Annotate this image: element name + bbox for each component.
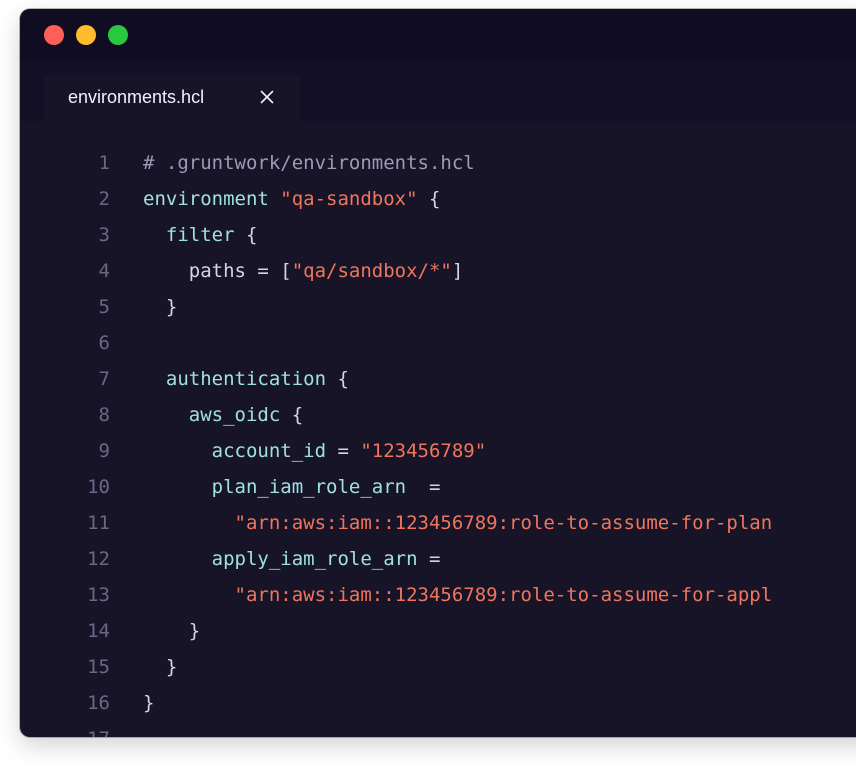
code-line: 3 filter { <box>20 217 856 253</box>
line-number: 5 <box>98 296 110 318</box>
code-token: apply_iam_role_arn <box>211 548 418 570</box>
line-number: 11 <box>87 512 110 534</box>
line-number: 4 <box>98 260 110 282</box>
line-number: 14 <box>87 620 110 642</box>
line-number: 16 <box>87 692 110 714</box>
code-token: paths = [ <box>143 260 292 282</box>
code-token: authentication <box>165 368 327 390</box>
close-window-button[interactable] <box>44 25 64 45</box>
line-code: } <box>143 289 177 325</box>
code-line: 2 environment "qa-sandbox" { <box>20 181 856 217</box>
line-code: # .gruntwork/environments.hcl <box>143 145 475 181</box>
line-code: apply_iam_role_arn = <box>143 541 441 577</box>
code-line: 14 } <box>20 613 856 649</box>
code-line: 15 } <box>20 649 856 685</box>
code-line: 13 "arn:aws:iam::123456789:role-to-assum… <box>20 577 856 613</box>
line-code: account_id = "123456789" <box>143 433 487 469</box>
code-line: 5 } <box>20 289 856 325</box>
tab-label: environments.hcl <box>68 87 205 107</box>
line-code: } <box>143 613 200 649</box>
code-token: = <box>417 548 441 570</box>
line-code: } <box>143 649 177 685</box>
line-code: paths = ["qa/sandbox/*"] <box>143 253 464 289</box>
line-number: 13 <box>87 584 110 606</box>
code-token: } <box>143 692 155 714</box>
line-code: filter { <box>143 217 258 253</box>
code-token: "123456789" <box>360 440 487 462</box>
code-line: 17 <box>20 721 856 737</box>
code-token: } <box>143 656 178 678</box>
line-code: } <box>143 685 154 721</box>
editor-window: environments.hcl 1 # .gruntwork/environme… <box>20 9 856 737</box>
code-token: { <box>417 188 441 210</box>
line-number: 10 <box>87 476 110 498</box>
code-token: } <box>143 296 178 318</box>
code-line: 7 authentication { <box>20 361 856 397</box>
line-number: 1 <box>98 152 110 174</box>
line-number: 3 <box>98 224 110 246</box>
code-token: = <box>326 440 361 462</box>
tab-environments-hcl[interactable]: environments.hcl <box>44 73 300 121</box>
tab-bar: environments.hcl <box>20 61 856 121</box>
title-bar <box>20 9 856 61</box>
line-code: "arn:aws:iam::123456789:role-to-assume-f… <box>143 505 773 541</box>
code-token: = <box>406 476 441 498</box>
line-code: plan_iam_role_arn = <box>143 469 441 505</box>
code-token: plan_iam_role_arn <box>211 476 407 498</box>
code-token: "qa-sandbox" <box>280 188 418 210</box>
code-token: aws_oidc <box>188 404 281 426</box>
code-token: # .gruntwork/environments.hcl <box>143 152 475 174</box>
code-token: { <box>280 404 304 426</box>
code-line: 8 aws_oidc { <box>20 397 856 433</box>
line-number: 2 <box>98 188 110 210</box>
minimize-window-button[interactable] <box>76 25 96 45</box>
close-icon[interactable] <box>257 87 277 107</box>
line-number: 12 <box>87 548 110 570</box>
code-line: 16} <box>20 685 856 721</box>
line-code: environment "qa-sandbox" { <box>143 181 440 217</box>
code-line: 11 "arn:aws:iam::123456789:role-to-assum… <box>20 505 856 541</box>
code-line: 12 apply_iam_role_arn = <box>20 541 856 577</box>
code-token: "qa/sandbox/*" <box>291 260 452 282</box>
code-line: 10 plan_iam_role_arn = <box>20 469 856 505</box>
code-token: { <box>326 368 349 390</box>
line-number: 15 <box>87 656 110 678</box>
code-token: filter <box>165 224 235 246</box>
line-number: 6 <box>98 332 110 354</box>
zoom-window-button[interactable] <box>108 25 128 45</box>
code-token: "arn:aws:iam::123456789:role-to-assume-f… <box>234 512 773 534</box>
code-token: account_id <box>211 440 327 462</box>
line-code: aws_oidc { <box>143 397 303 433</box>
code-editor[interactable]: 1 # .gruntwork/environments.hcl 2 environme… <box>20 121 856 737</box>
code-token: { <box>234 224 258 246</box>
line-code: "arn:aws:iam::123456789:role-to-assume-f… <box>143 577 773 613</box>
line-number: 9 <box>98 440 110 462</box>
code-token: "arn:aws:iam::123456789:role-to-assume-f… <box>234 584 773 606</box>
line-number: 17 <box>20 721 110 737</box>
line-number: 8 <box>98 404 110 426</box>
code-line: 9 account_id = "123456789" <box>20 433 856 469</box>
code-token: } <box>143 620 201 642</box>
line-code: authentication { <box>143 361 349 397</box>
code-token: environment <box>143 188 281 210</box>
code-token: ] <box>451 260 464 282</box>
code-line: 1 # .gruntwork/environments.hcl <box>20 145 856 181</box>
code-line: 4 paths = ["qa/sandbox/*"] <box>20 253 856 289</box>
code-line: 6 <box>20 325 856 361</box>
line-number: 7 <box>98 368 110 390</box>
